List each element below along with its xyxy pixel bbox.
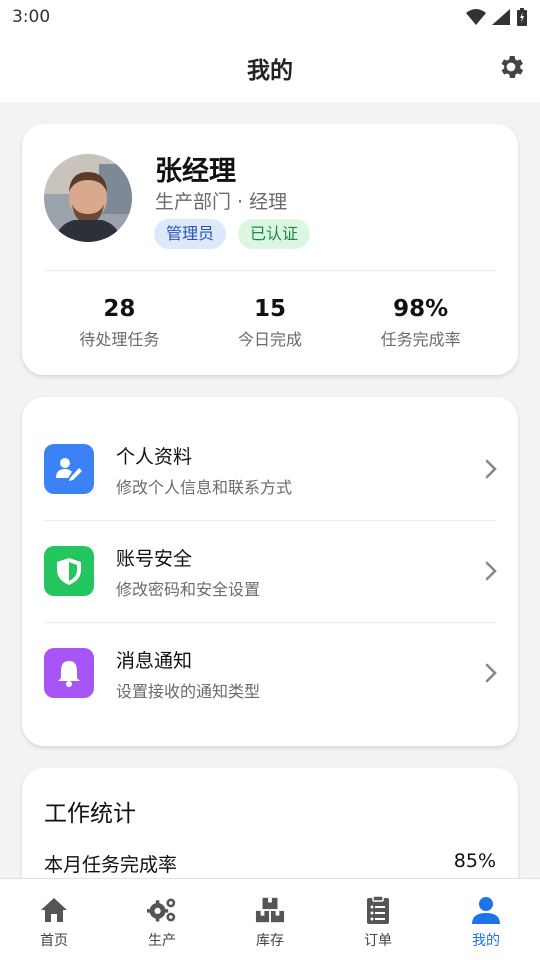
stat-value: 15 <box>254 296 287 322</box>
nav-label: 首页 <box>40 933 68 949</box>
work-stats-title: 工作统计 <box>44 801 136 827</box>
user-icon <box>472 897 500 924</box>
chevron-right-icon <box>485 663 497 683</box>
stats-row: 28 待处理任务 15 今日完成 98% 任务完成率 <box>44 296 496 350</box>
nav-mine[interactable]: 我的 <box>432 879 540 960</box>
divider <box>44 270 496 271</box>
chevron-right-icon <box>485 561 497 581</box>
app-bar: 我的 <box>0 34 540 102</box>
menu-item-security[interactable]: 账号安全 修改密码和安全设置 <box>22 520 518 622</box>
status-bar: 3:00 <box>0 0 540 34</box>
home-icon <box>41 898 67 922</box>
verified-badge: 已认证 <box>238 219 311 249</box>
menu-title: 账号安全 <box>116 548 193 570</box>
battery-icon <box>517 8 527 26</box>
boxes-icon <box>255 897 285 923</box>
avatar <box>44 154 132 242</box>
gear-icon[interactable] <box>496 52 526 82</box>
user-department: 生产部门 · 经理 <box>155 191 288 213</box>
wifi-icon <box>466 9 486 25</box>
page-title: 我的 <box>247 58 293 84</box>
stat-completion-rate[interactable]: 98% 任务完成率 <box>345 296 496 350</box>
gears-icon <box>147 898 176 922</box>
menu-item-profile[interactable]: 个人资料 修改个人信息和联系方式 <box>22 418 518 520</box>
stat-label: 任务完成率 <box>380 330 461 349</box>
nav-production[interactable]: 生产 <box>108 879 216 960</box>
clipboard-icon <box>367 895 389 924</box>
nav-orders[interactable]: 订单 <box>324 879 432 960</box>
menu-subtitle: 修改个人信息和联系方式 <box>116 478 293 497</box>
menu-title: 消息通知 <box>116 650 193 672</box>
nav-label: 我的 <box>472 933 500 949</box>
bell-icon <box>44 648 94 698</box>
nav-inventory[interactable]: 库存 <box>216 879 324 960</box>
shield-icon <box>44 546 94 596</box>
status-icons <box>466 8 528 26</box>
monthly-completion-label: 本月任务完成率 <box>44 854 178 876</box>
stat-today-done[interactable]: 15 今日完成 <box>195 296 346 350</box>
user-edit-icon <box>44 444 94 494</box>
menu-subtitle: 修改密码和安全设置 <box>116 580 261 599</box>
nav-label: 库存 <box>256 933 284 949</box>
user-name: 张经理 <box>155 156 236 187</box>
monthly-completion-value: 85% <box>453 850 496 872</box>
chevron-right-icon <box>485 459 497 479</box>
status-time: 3:00 <box>12 7 51 27</box>
nav-label: 生产 <box>148 933 176 949</box>
nav-home[interactable]: 首页 <box>0 879 108 960</box>
bottom-nav: 首页 生产 库存 订单 我的 <box>0 878 540 960</box>
stat-value: 28 <box>103 296 136 322</box>
stat-label: 今日完成 <box>238 330 303 349</box>
settings-menu-card: 个人资料 修改个人信息和联系方式 账号安全 修改密码和安全设置 消息通知 设置接… <box>22 397 518 746</box>
menu-item-notifications[interactable]: 消息通知 设置接收的通知类型 <box>22 622 518 724</box>
admin-badge: 管理员 <box>154 219 227 249</box>
profile-card: 张经理 生产部门 · 经理 管理员 已认证 28 待处理任务 15 今日完成 9… <box>22 124 518 375</box>
stat-value: 98% <box>393 296 449 322</box>
stat-label: 待处理任务 <box>79 330 160 349</box>
nav-label: 订单 <box>364 933 392 949</box>
stat-pending[interactable]: 28 待处理任务 <box>44 296 195 350</box>
menu-title: 个人资料 <box>116 446 193 468</box>
signal-icon <box>492 9 510 25</box>
menu-subtitle: 设置接收的通知类型 <box>116 682 261 701</box>
